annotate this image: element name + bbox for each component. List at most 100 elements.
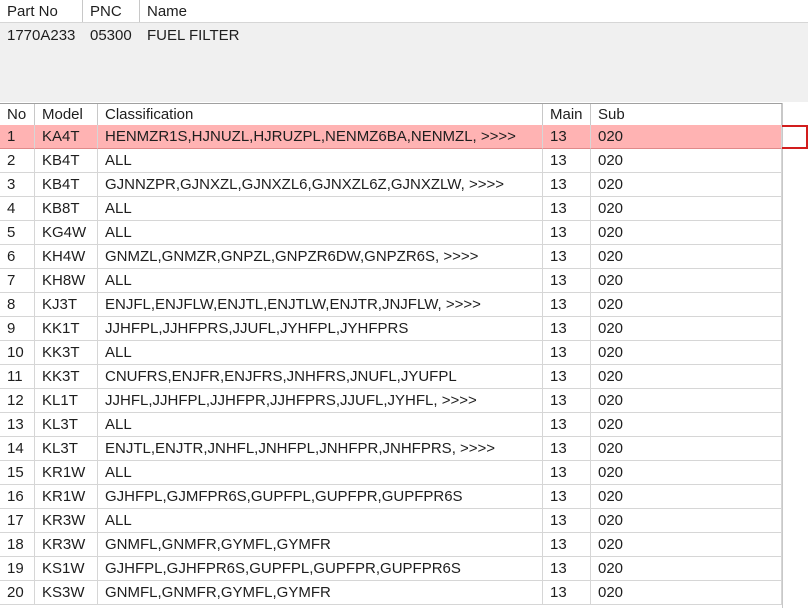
cell-no: 3 <box>0 173 35 197</box>
cell-no: 8 <box>0 293 35 317</box>
models-grid-header: No Model Classification Main Sub <box>0 103 808 127</box>
table-row[interactable]: 20 KS3W GNMFL,GNMFR,GYMFL,GYMFR 13 020 <box>0 581 808 605</box>
table-row[interactable]: 13 KL3T ALL 13 020 <box>0 413 808 437</box>
cell-model: KK1T <box>35 317 98 341</box>
cell-no: 7 <box>0 269 35 293</box>
cell-sub: 020 <box>591 293 782 317</box>
part-info-panel: Part No PNC Name 1770A233 05300 FUEL FIL… <box>0 0 808 102</box>
header-main[interactable]: Main <box>543 104 591 126</box>
header-part-no[interactable]: Part No <box>0 0 83 22</box>
cell-model: KL1T <box>35 389 98 413</box>
cell-main: 13 <box>543 461 591 485</box>
cell-classification: ALL <box>98 221 543 245</box>
cell-main: 13 <box>543 197 591 221</box>
cell-model: KS3W <box>35 581 98 605</box>
table-row[interactable]: 18 KR3W GNMFL,GNMFR,GYMFL,GYMFR 13 020 <box>0 533 808 557</box>
cell-main: 13 <box>543 317 591 341</box>
cell-sub: 020 <box>591 197 782 221</box>
cell-classification: GJNNZPR,GJNXZL,GJNXZL6,GJNXZL6Z,GJNXZLW,… <box>98 173 543 197</box>
table-row[interactable]: 17 KR3W ALL 13 020 <box>0 509 808 533</box>
cell-no: 10 <box>0 341 35 365</box>
cell-sub: 020 <box>591 509 782 533</box>
cell-no: 14 <box>0 437 35 461</box>
cell-model: KB4T <box>35 149 98 173</box>
cell-model: KA4T <box>35 125 98 149</box>
header-sub[interactable]: Sub <box>591 104 782 126</box>
cell-classification: GJHFPL,GJHFPR6S,GUPFPL,GUPFPR,GUPFPR6S <box>98 557 543 581</box>
cell-no: 4 <box>0 197 35 221</box>
table-row[interactable]: 4 KB8T ALL 13 020 <box>0 197 808 221</box>
cell-sub: 020 <box>591 269 782 293</box>
cell-main: 13 <box>543 509 591 533</box>
cell-main: 13 <box>543 149 591 173</box>
cell-sub: 020 <box>591 413 782 437</box>
cell-main: 13 <box>543 245 591 269</box>
cell-no: 9 <box>0 317 35 341</box>
cell-classification: ALL <box>98 269 543 293</box>
cell-classification: ALL <box>98 197 543 221</box>
cell-sub: 020 <box>591 461 782 485</box>
cell-classification: ALL <box>98 461 543 485</box>
table-row[interactable]: 10 KK3T ALL 13 020 <box>0 341 808 365</box>
cell-classification: ALL <box>98 413 543 437</box>
cell-no: 19 <box>0 557 35 581</box>
models-grid-body: 1 KA4T HENMZR1S,HJNUZL,HJRUZPL,NENMZ6BA,NE… <box>0 125 808 608</box>
cell-main: 13 <box>543 269 591 293</box>
cell-main: 13 <box>543 125 591 149</box>
cell-classification: GJHFPL,GJMFPR6S,GUPFPL,GUPFPR,GUPFPR6S <box>98 485 543 509</box>
cell-sub: 020 <box>591 581 782 605</box>
cell-no: 2 <box>0 149 35 173</box>
header-classification[interactable]: Classification <box>98 104 543 126</box>
cell-sub: 020 <box>591 485 782 509</box>
part-info-row[interactable]: 1770A233 05300 FUEL FILTER <box>0 23 808 47</box>
cell-model: KR1W <box>35 485 98 509</box>
cell-model: KH8W <box>35 269 98 293</box>
cell-model: KG4W <box>35 221 98 245</box>
cell-model: KB8T <box>35 197 98 221</box>
cell-main: 13 <box>543 293 591 317</box>
cell-main: 13 <box>543 221 591 245</box>
cell-main: 13 <box>543 437 591 461</box>
table-row[interactable]: 12 KL1T JJHFL,JJHFPL,JJHFPR,JJHFPRS,JJUFL,… <box>0 389 808 413</box>
cell-no: 5 <box>0 221 35 245</box>
cell-sub: 020 <box>591 173 782 197</box>
cell-no: 16 <box>0 485 35 509</box>
table-row[interactable]: 8 KJ3T ENJFL,ENJFLW,ENJTL,ENJTLW,ENJTR,JNJ… <box>0 293 808 317</box>
table-row[interactable]: 1 KA4T HENMZR1S,HJNUZL,HJRUZPL,NENMZ6BA,NE… <box>0 125 808 149</box>
cell-main: 13 <box>543 557 591 581</box>
cell-model: KK3T <box>35 365 98 389</box>
table-row[interactable]: 11 KK3T CNUFRS,ENJFR,ENJFRS,JNHFRS,JNUFL,J… <box>0 365 808 389</box>
table-row[interactable]: 6 KH4W GNMZL,GNMZR,GNPZL,GNPZR6DW,GNPZR6S,… <box>0 245 808 269</box>
table-row[interactable]: 14 KL3T ENJTL,ENJTR,JNHFL,JNHFPL,JNHFPR,JN… <box>0 437 808 461</box>
cell-model: KR3W <box>35 533 98 557</box>
table-row[interactable]: 15 KR1W ALL 13 020 <box>0 461 808 485</box>
table-row[interactable]: 3 KB4T GJNNZPR,GJNXZL,GJNXZL6,GJNXZL6Z,GJN… <box>0 173 808 197</box>
table-row[interactable]: 2 KB4T ALL 13 020 <box>0 149 808 173</box>
cell-classification: ALL <box>98 149 543 173</box>
table-row[interactable]: 7 KH8W ALL 13 020 <box>0 269 808 293</box>
header-model[interactable]: Model <box>35 104 98 126</box>
cell-main: 13 <box>543 581 591 605</box>
cell-no: 13 <box>0 413 35 437</box>
table-row[interactable]: 19 KS1W GJHFPL,GJHFPR6S,GUPFPL,GUPFPR,GUPF… <box>0 557 808 581</box>
cell-no: 12 <box>0 389 35 413</box>
table-row[interactable]: 9 KK1T JJHFPL,JJHFPRS,JJUFL,JYHFPL,JYHFPRS… <box>0 317 808 341</box>
cell-model: KJ3T <box>35 293 98 317</box>
cell-classification: JJHFPL,JJHFPRS,JJUFL,JYHFPL,JYHFPRS <box>98 317 543 341</box>
cell-no: 17 <box>0 509 35 533</box>
cell-no: 11 <box>0 365 35 389</box>
header-pnc[interactable]: PNC <box>83 0 140 22</box>
part-info-header: Part No PNC Name <box>0 0 808 23</box>
table-row[interactable]: 16 KR1W GJHFPL,GJMFPR6S,GUPFPL,GUPFPR,GUPF… <box>0 485 808 509</box>
cell-model: KH4W <box>35 245 98 269</box>
pnc-value: 05300 <box>90 27 132 44</box>
table-row[interactable]: 5 KG4W ALL 13 020 <box>0 221 808 245</box>
cell-model: KK3T <box>35 341 98 365</box>
header-no[interactable]: No <box>0 104 35 126</box>
cell-classification: ALL <box>98 341 543 365</box>
cell-sub: 020 <box>591 221 782 245</box>
cell-main: 13 <box>543 341 591 365</box>
header-name[interactable]: Name <box>140 0 808 22</box>
part-no-value: 1770A233 <box>7 27 76 44</box>
cell-sub: 020 <box>591 365 782 389</box>
